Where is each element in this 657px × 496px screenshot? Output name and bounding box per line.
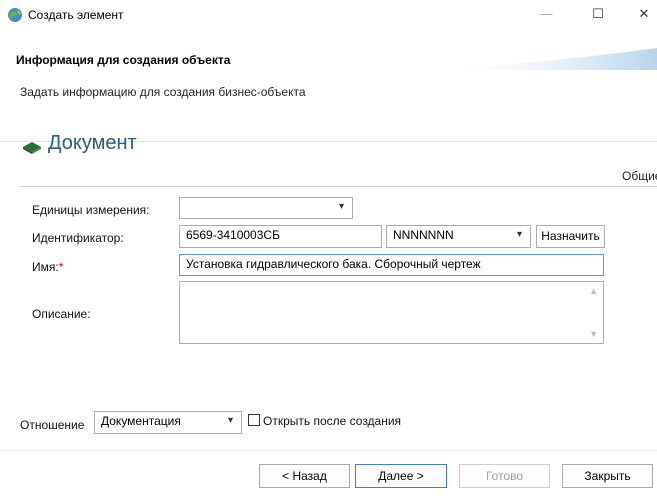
required-mark: * xyxy=(58,260,64,274)
identifier-value: 6569-3410003СБ xyxy=(186,228,280,242)
identifier-input[interactable]: 6569-3410003СБ xyxy=(179,225,382,248)
identifier-mask-value: NNNNNNN xyxy=(393,228,454,242)
units-combobox[interactable]: ▾ xyxy=(179,197,353,219)
relation-label: Отношение xyxy=(20,418,85,432)
chevron-down-icon: ▾ xyxy=(516,229,522,240)
tab-divider xyxy=(20,186,657,187)
relation-combobox[interactable]: Документация ▾ xyxy=(94,411,242,434)
minimize-button[interactable]: — xyxy=(535,4,557,24)
app-globe-icon xyxy=(8,8,22,22)
finish-button[interactable]: Готово xyxy=(459,464,550,488)
relation-value: Документация xyxy=(101,414,181,428)
back-button[interactable]: < Назад xyxy=(259,464,350,488)
object-type-title: Документ xyxy=(48,132,137,154)
window-title: Создать элемент xyxy=(28,8,124,22)
document-type-icon xyxy=(23,142,41,154)
scroll-up-icon[interactable]: ▲ xyxy=(589,286,598,296)
name-input[interactable]: Установка гидравлического бака. Сборочны… xyxy=(179,254,604,276)
page-description: Задать информацию для создания бизнес-об… xyxy=(20,85,306,99)
close-window-button[interactable]: ✕ xyxy=(633,4,655,24)
footer-divider xyxy=(0,450,657,451)
open-after-create-label[interactable]: Открыть после создания xyxy=(263,414,401,428)
tab-general[interactable]: Общие xyxy=(622,169,657,183)
name-label: Имя:* xyxy=(32,260,63,274)
name-label-text: Имя: xyxy=(32,260,59,274)
description-textarea[interactable]: ▲ ▼ xyxy=(179,281,604,344)
identifier-label: Идентификатор: xyxy=(32,231,124,245)
assign-button[interactable]: Назначить xyxy=(536,225,605,248)
wizard-header: Информация для создания объекта Задать и… xyxy=(0,30,657,146)
scroll-down-icon[interactable]: ▼ xyxy=(589,329,598,339)
maximize-button[interactable]: ☐ xyxy=(587,4,609,24)
banner-swoosh-decoration xyxy=(420,48,657,70)
open-after-create-checkbox[interactable] xyxy=(248,414,260,426)
title-bar: Создать элемент — ☐ ✕ xyxy=(0,0,657,30)
name-value: Установка гидравлического бака. Сборочны… xyxy=(186,257,481,271)
close-button[interactable]: Закрыть xyxy=(562,464,653,488)
chevron-down-icon: ▾ xyxy=(227,415,233,426)
units-label: Единицы измерения: xyxy=(32,203,150,217)
chevron-down-icon: ▾ xyxy=(338,201,344,212)
page-title: Информация для создания объекта xyxy=(16,53,231,67)
identifier-mask-combobox[interactable]: NNNNNNN ▾ xyxy=(386,225,531,248)
description-label: Описание: xyxy=(32,307,91,321)
next-button[interactable]: Далее > xyxy=(355,464,447,488)
